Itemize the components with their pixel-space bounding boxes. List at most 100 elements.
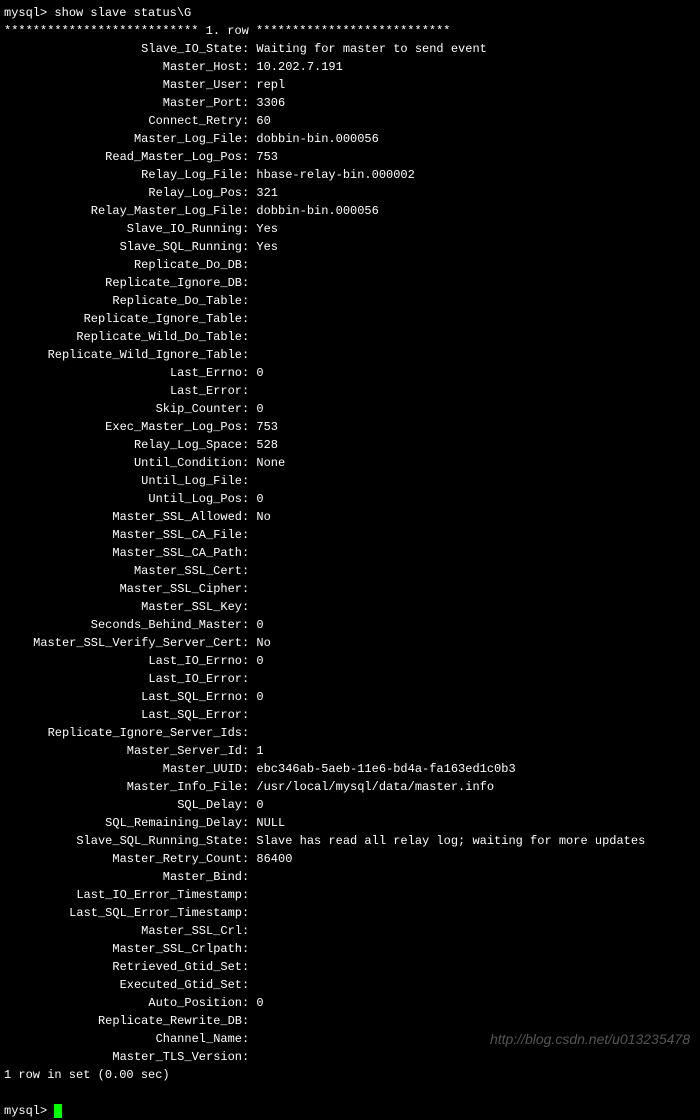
- status-field-row: Master_Bind:: [4, 868, 696, 886]
- status-field-row: Last_IO_Error:: [4, 670, 696, 688]
- field-separator: :: [242, 688, 256, 706]
- field-label: Master_User: [4, 76, 242, 94]
- field-separator: :: [242, 112, 256, 130]
- field-label: Master_Host: [4, 58, 242, 76]
- field-value: NULL: [256, 814, 285, 832]
- mysql-prompt: mysql>: [4, 6, 54, 20]
- status-field-row: Master_SSL_Verify_Server_Cert: No: [4, 634, 696, 652]
- status-field-row: Replicate_Ignore_Table:: [4, 310, 696, 328]
- field-label: Channel_Name: [4, 1030, 242, 1048]
- field-separator: :: [242, 382, 256, 400]
- field-label: Master_SSL_Key: [4, 598, 242, 616]
- field-separator: :: [242, 616, 256, 634]
- field-separator: :: [242, 850, 256, 868]
- status-field-row: Slave_IO_Running: Yes: [4, 220, 696, 238]
- field-separator: :: [242, 976, 256, 994]
- status-field-row: Master_Server_Id: 1: [4, 742, 696, 760]
- field-label: Last_SQL_Errno: [4, 688, 242, 706]
- field-label: Seconds_Behind_Master: [4, 616, 242, 634]
- field-label: Relay_Log_Pos: [4, 184, 242, 202]
- status-field-row: Master_SSL_Key:: [4, 598, 696, 616]
- status-field-row: Retrieved_Gtid_Set:: [4, 958, 696, 976]
- field-label: Master_SSL_Cert: [4, 562, 242, 580]
- field-label: Master_Server_Id: [4, 742, 242, 760]
- field-separator: :: [242, 508, 256, 526]
- status-field-row: Last_SQL_Error_Timestamp:: [4, 904, 696, 922]
- field-value: dobbin-bin.000056: [256, 130, 378, 148]
- field-label: Replicate_Wild_Do_Table: [4, 328, 242, 346]
- field-value: No: [256, 508, 270, 526]
- field-label: Replicate_Ignore_DB: [4, 274, 242, 292]
- field-label: Read_Master_Log_Pos: [4, 148, 242, 166]
- field-label: Replicate_Rewrite_DB: [4, 1012, 242, 1030]
- field-separator: :: [242, 634, 256, 652]
- status-field-row: Exec_Master_Log_Pos: 753: [4, 418, 696, 436]
- field-separator: :: [242, 130, 256, 148]
- status-field-row: Last_Error:: [4, 382, 696, 400]
- status-field-row: Replicate_Ignore_Server_Ids:: [4, 724, 696, 742]
- field-label: Auto_Position: [4, 994, 242, 1012]
- field-separator: :: [242, 76, 256, 94]
- field-separator: :: [242, 436, 256, 454]
- field-separator: :: [242, 886, 256, 904]
- field-separator: :: [242, 40, 256, 58]
- blank-line: [4, 1084, 696, 1102]
- field-label: Last_SQL_Error_Timestamp: [4, 904, 242, 922]
- status-field-row: Master_SSL_CA_Path:: [4, 544, 696, 562]
- field-value: None: [256, 454, 285, 472]
- field-separator: :: [242, 742, 256, 760]
- field-label: Master_SSL_Cipher: [4, 580, 242, 598]
- status-field-row: Master_TLS_Version:: [4, 1048, 696, 1066]
- field-separator: :: [242, 922, 256, 940]
- field-label: Slave_SQL_Running_State: [4, 832, 242, 850]
- field-label: Master_SSL_CA_Path: [4, 544, 242, 562]
- field-label: Connect_Retry: [4, 112, 242, 130]
- field-value: 528: [256, 436, 278, 454]
- prompt-line[interactable]: mysql>: [4, 1102, 696, 1120]
- row-number: 1. row: [206, 24, 249, 38]
- status-field-row: Until_Condition: None: [4, 454, 696, 472]
- field-label: Last_IO_Error: [4, 670, 242, 688]
- field-value: repl: [256, 76, 285, 94]
- field-separator: :: [242, 796, 256, 814]
- field-label: Last_SQL_Error: [4, 706, 242, 724]
- field-value: Waiting for master to send event: [256, 40, 486, 58]
- field-label: Replicate_Wild_Ignore_Table: [4, 346, 242, 364]
- mysql-prompt: mysql>: [4, 1104, 54, 1118]
- field-separator: :: [242, 220, 256, 238]
- field-separator: :: [242, 490, 256, 508]
- field-separator: :: [242, 868, 256, 886]
- field-label: Replicate_Ignore_Table: [4, 310, 242, 328]
- field-label: SQL_Remaining_Delay: [4, 814, 242, 832]
- field-separator: :: [242, 166, 256, 184]
- field-value: /usr/local/mysql/data/master.info: [256, 778, 494, 796]
- field-label: Last_IO_Errno: [4, 652, 242, 670]
- field-separator: :: [242, 940, 256, 958]
- field-value: 753: [256, 148, 278, 166]
- status-field-row: Master_Retry_Count: 86400: [4, 850, 696, 868]
- field-value: 0: [256, 616, 263, 634]
- field-value: hbase-relay-bin.000002: [256, 166, 414, 184]
- status-field-row: Auto_Position: 0: [4, 994, 696, 1012]
- field-value: Slave has read all relay log; waiting fo…: [256, 832, 645, 850]
- field-separator: :: [242, 580, 256, 598]
- status-field-row: Master_Port: 3306: [4, 94, 696, 112]
- field-value: 3306: [256, 94, 285, 112]
- status-field-row: Master_SSL_Cert:: [4, 562, 696, 580]
- field-separator: :: [242, 148, 256, 166]
- status-field-row: Master_UUID: ebc346ab-5aeb-11e6-bd4a-fa1…: [4, 760, 696, 778]
- field-label: Until_Condition: [4, 454, 242, 472]
- status-field-row: Replicate_Do_Table:: [4, 292, 696, 310]
- status-field-row: Replicate_Wild_Ignore_Table:: [4, 346, 696, 364]
- field-label: Slave_IO_Running: [4, 220, 242, 238]
- field-value: Yes: [256, 220, 278, 238]
- field-separator: :: [242, 1048, 256, 1066]
- status-fields: Slave_IO_State: Waiting for master to se…: [4, 40, 696, 1066]
- watermark: http://blog.csdn.net/u013235478: [490, 1030, 690, 1048]
- field-label: Skip_Counter: [4, 400, 242, 418]
- field-separator: :: [242, 652, 256, 670]
- status-field-row: Master_Log_File: dobbin-bin.000056: [4, 130, 696, 148]
- field-label: Replicate_Do_DB: [4, 256, 242, 274]
- field-label: Master_SSL_Verify_Server_Cert: [4, 634, 242, 652]
- status-field-row: Executed_Gtid_Set:: [4, 976, 696, 994]
